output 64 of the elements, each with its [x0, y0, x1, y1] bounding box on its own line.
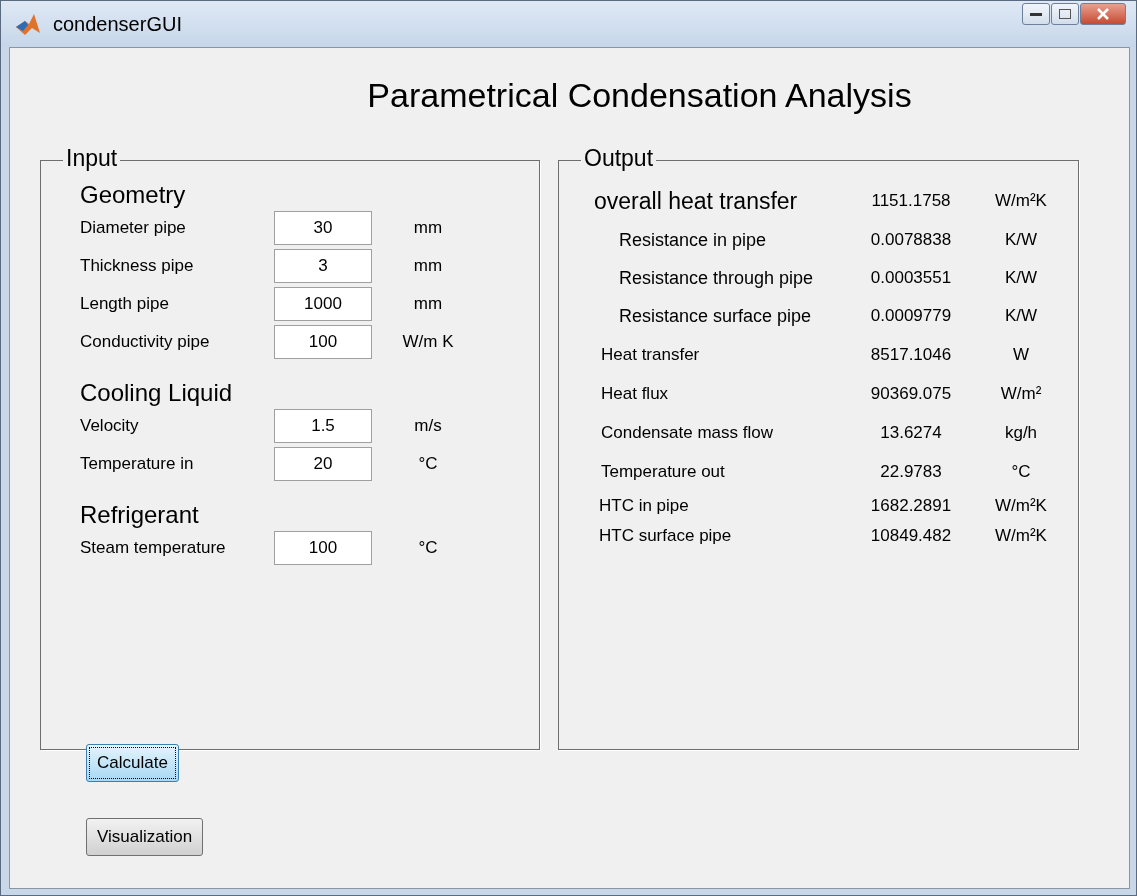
unit-label: W/m²K [994, 496, 1048, 516]
minimize-button[interactable] [1022, 3, 1050, 25]
field-label: Diameter pipe [80, 218, 187, 238]
output-label: HTC surface pipe [598, 526, 733, 546]
output-value: 13.6274 [879, 422, 943, 443]
unit-label: K/W [1003, 306, 1039, 326]
field-label: Conductivity pipe [80, 332, 211, 352]
action-button[interactable]: Visualization [86, 818, 204, 856]
field-label: Velocity [80, 416, 140, 436]
output-label: Resistance through pipe [618, 267, 815, 289]
unit-label: W/m²K [994, 526, 1048, 546]
unit-label: W/m² [999, 383, 1043, 404]
maximize-icon [1059, 9, 1071, 19]
unit-label: W/m K [401, 332, 455, 352]
unit-label: m/s [413, 416, 443, 436]
input-field[interactable]: 1000 [274, 287, 372, 321]
unit-label: mm [412, 218, 444, 238]
unit-label: °C [417, 538, 439, 558]
output-label: Resistance surface pipe [618, 305, 813, 327]
unit-label: K/W [1003, 230, 1039, 250]
section-title: Geometry [80, 181, 187, 209]
output-label: Resistance in pipe [618, 229, 768, 251]
output-value: 22.9783 [879, 461, 943, 482]
section-title: Refrigerant [80, 501, 200, 529]
output-value: 1151.1758 [870, 191, 952, 211]
output-value: 90369.075 [869, 383, 953, 404]
input-field[interactable]: 30 [274, 211, 372, 245]
unit-label: °C [417, 454, 439, 474]
unit-label: K/W [1003, 268, 1039, 288]
input-field[interactable]: 20 [274, 447, 372, 481]
input-field[interactable]: 100 [274, 325, 372, 359]
page-heading: Parametrical Condensation Analysis [366, 76, 912, 115]
output-value: 10849.482 [869, 526, 953, 546]
output-value: 0.0003551 [869, 268, 953, 288]
unit-label: mm [412, 256, 444, 276]
output-label: Condensate mass flow [600, 422, 774, 443]
field-label: Thickness pipe [80, 256, 195, 276]
input-field[interactable]: 100 [274, 531, 372, 565]
output-label: HTC in pipe [598, 496, 690, 516]
unit-label: mm [412, 294, 444, 314]
close-button[interactable] [1080, 3, 1126, 25]
input-field[interactable]: 3 [274, 249, 372, 283]
minimize-icon [1030, 11, 1042, 17]
output-value: 0.0009779 [869, 306, 953, 326]
output-value: 1682.2891 [869, 496, 953, 516]
field-label: Length pipe [80, 294, 170, 314]
unit-label: W [1011, 344, 1030, 365]
input-field[interactable]: 1.5 [274, 409, 372, 443]
field-label: Temperature in [80, 454, 195, 474]
maximize-button[interactable] [1051, 3, 1079, 25]
window-title: condenserGUI [53, 12, 183, 36]
output-label: Heat transfer [600, 344, 701, 365]
output-label: overall heat transfer [593, 187, 799, 215]
unit-label: W/m²K [994, 191, 1048, 211]
unit-label: °C [1010, 461, 1032, 482]
output-value: 0.0078838 [869, 230, 953, 250]
unit-label: kg/h [1003, 422, 1039, 443]
close-icon [1096, 8, 1110, 20]
output-value: 8517.1046 [869, 344, 953, 365]
output-label: Temperature out [600, 461, 726, 482]
action-button[interactable]: Calculate [86, 744, 179, 782]
output-label: Heat flux [600, 383, 670, 404]
field-label: Steam temperature [80, 538, 227, 558]
section-title: Cooling Liquid [80, 379, 234, 407]
